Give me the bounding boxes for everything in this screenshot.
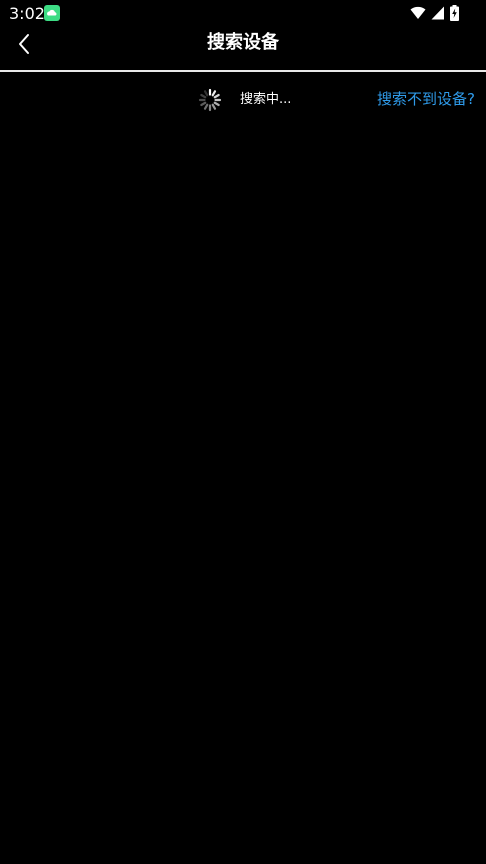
app-bar-divider [0, 70, 486, 72]
page-title: 搜索设备 [207, 32, 279, 53]
app-bar: 搜索设备 [0, 28, 486, 70]
cellular-signal-icon [431, 6, 445, 20]
loading-spinner-icon [198, 88, 222, 112]
wifi-icon [410, 6, 426, 20]
battery-charging-icon [450, 5, 459, 21]
status-bar: 3:02 [0, 0, 486, 28]
search-status-row: 搜索中... 搜索不到设备? [0, 86, 486, 114]
screen: 3:02 搜索设备 搜索中... 搜索不到设备? [0, 0, 486, 864]
status-icons [410, 5, 459, 21]
device-not-found-link[interactable]: 搜索不到设备? [377, 89, 475, 109]
status-time: 3:02 [9, 4, 45, 23]
cloud-notification-icon [44, 5, 60, 21]
searching-status-text: 搜索中... [240, 92, 292, 107]
